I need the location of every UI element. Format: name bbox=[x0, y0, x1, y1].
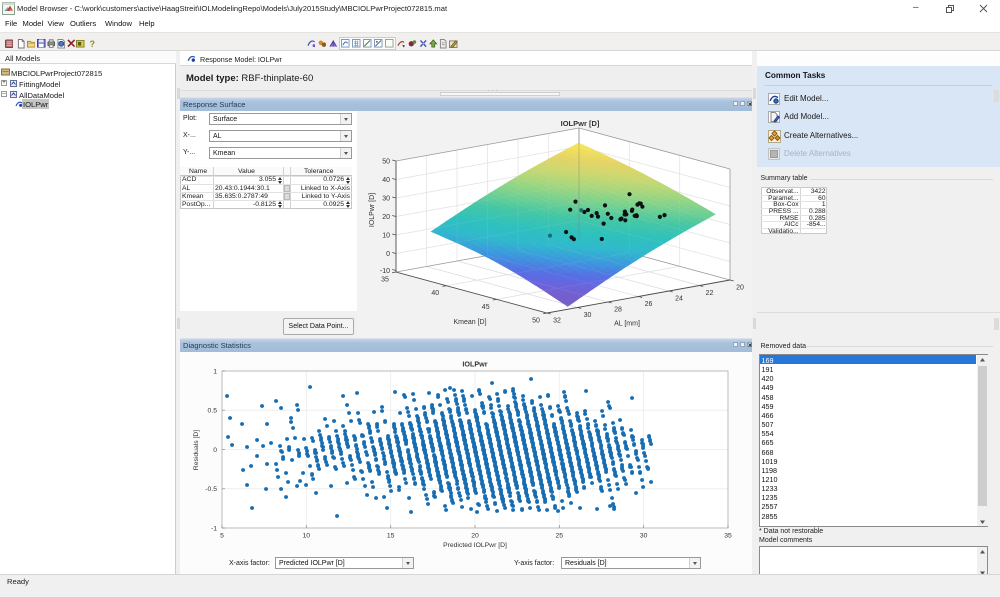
svg-text:Predicted IOLPwr [D]: Predicted IOLPwr [D] bbox=[443, 542, 507, 549]
svg-text:35: 35 bbox=[381, 277, 389, 284]
svg-text:IOLPwr [D]: IOLPwr [D] bbox=[369, 193, 376, 227]
svg-text:0: 0 bbox=[386, 251, 390, 258]
svg-text:0: 0 bbox=[213, 447, 217, 454]
svg-text:22: 22 bbox=[706, 290, 714, 297]
svg-text:25: 25 bbox=[556, 533, 564, 540]
svg-text:AL [mm]: AL [mm] bbox=[614, 321, 640, 328]
svg-text:-10: -10 bbox=[380, 268, 390, 275]
svg-text:30: 30 bbox=[584, 312, 592, 319]
svg-text:15: 15 bbox=[387, 533, 395, 540]
svg-text:40: 40 bbox=[431, 290, 439, 297]
svg-text:24: 24 bbox=[675, 296, 683, 303]
svg-text:50: 50 bbox=[532, 318, 540, 325]
svg-text:20: 20 bbox=[382, 214, 390, 221]
svg-text:1: 1 bbox=[213, 368, 217, 375]
svg-text:5: 5 bbox=[220, 533, 224, 540]
svg-text:Residuals [D]: Residuals [D] bbox=[193, 430, 200, 471]
svg-text:Kmean [D]: Kmean [D] bbox=[453, 319, 486, 326]
svg-text:10: 10 bbox=[303, 533, 311, 540]
svg-text:26: 26 bbox=[645, 301, 653, 308]
svg-text:50: 50 bbox=[382, 158, 390, 165]
svg-text:20: 20 bbox=[471, 533, 479, 540]
svg-text:35: 35 bbox=[724, 533, 732, 540]
svg-text:-1: -1 bbox=[211, 525, 217, 532]
svg-text:30: 30 bbox=[640, 533, 648, 540]
svg-text:0.5: 0.5 bbox=[208, 408, 218, 415]
svg-text:-0.5: -0.5 bbox=[205, 486, 217, 493]
svg-text:30: 30 bbox=[382, 195, 390, 202]
svg-text:20: 20 bbox=[736, 285, 744, 292]
svg-text:IOLPwr [D]: IOLPwr [D] bbox=[561, 119, 600, 128]
svg-text:28: 28 bbox=[614, 307, 622, 314]
svg-text:32: 32 bbox=[553, 318, 561, 325]
svg-text:10: 10 bbox=[382, 232, 390, 239]
svg-text:45: 45 bbox=[482, 304, 490, 311]
svg-text:IOLPwr: IOLPwr bbox=[462, 360, 487, 369]
svg-text:40: 40 bbox=[382, 177, 390, 184]
svg-text:?: ? bbox=[89, 39, 94, 48]
